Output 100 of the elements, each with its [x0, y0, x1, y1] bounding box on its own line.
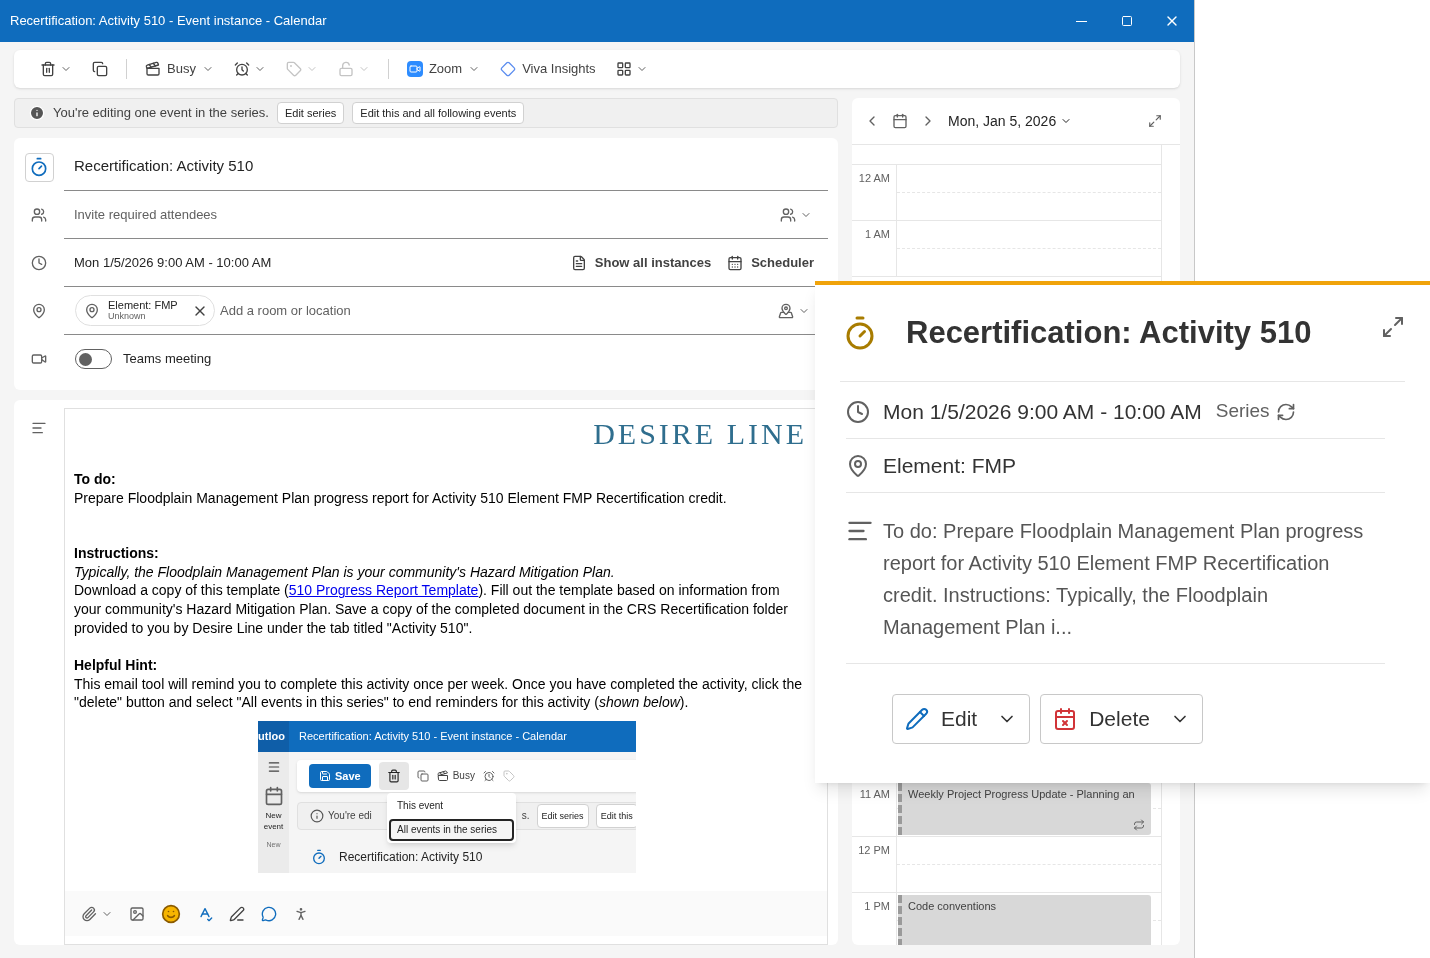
info-icon [310, 808, 324, 823]
logo: DESIRE LINE [593, 417, 807, 451]
timer-icon [24, 152, 54, 182]
emoji-icon[interactable] [161, 903, 181, 924]
location-icon [846, 453, 870, 478]
timer-icon [311, 849, 327, 866]
clock-icon [846, 399, 870, 424]
chat-icon[interactable] [261, 905, 277, 922]
edit-button[interactable]: Edit this [595, 803, 636, 829]
hour-label: 11 AM [859, 788, 890, 802]
tag-icon [285, 61, 302, 77]
hour-label: 12 PM [858, 844, 890, 858]
edit-button[interactable]: Edit series [536, 803, 589, 829]
editor-icon[interactable] [197, 905, 213, 922]
expand-icon[interactable] [1148, 114, 1162, 128]
insights-button[interactable]: Viva Insights [494, 55, 602, 83]
image-icon[interactable] [129, 905, 145, 922]
attendees-field[interactable]: Invite required attendees [64, 204, 780, 225]
screenshot-title: Recertification: Activity 510 - Event instance - Calendar [299, 729, 567, 745]
instructions-text: Download a copy of this template (510 Progress Report Template). Fill out the template based on information from your community's Hazard Mitigation Plan. Save a copy of the completed document in the CRS Recertification folder provided to you by Desire Line under the tab titled "Activity 510". [74, 581, 789, 638]
location-field[interactable]: Add a room or location [215, 300, 778, 321]
calendar-icon [727, 254, 744, 271]
scheduler-button[interactable]: Scheduler [727, 252, 814, 273]
hour-label: 1 PM [864, 900, 890, 914]
repeat-icon [1133, 819, 1145, 831]
pen-icon[interactable] [229, 905, 245, 922]
window-title: Recertification: Activity 510 - Event instance - Calendar [10, 12, 328, 31]
app-name: utloo [258, 729, 285, 745]
hour-label: 12 AM [858, 172, 890, 186]
info-message: You're editing one event in the series. [53, 104, 269, 123]
attach-button[interactable] [81, 905, 113, 922]
expand-icon[interactable] [1381, 315, 1405, 339]
info-icon [29, 105, 45, 121]
menu-item[interactable]: This event [389, 794, 514, 817]
clock-icon [31, 255, 47, 271]
event-title: Code conventions [908, 899, 998, 914]
popup-time: Mon 1/5/2026 9:00 AM - 10:00 AM [883, 398, 1202, 425]
time-field[interactable]: Mon 1/5/2026 9:00 AM - 10:00 AM [64, 252, 571, 273]
location-settings-icon [778, 302, 810, 319]
minimize-icon [1076, 20, 1087, 22]
series-label: Series [1215, 399, 1270, 424]
people-settings-icon [780, 206, 812, 223]
show-as-button[interactable]: Busy [436, 766, 475, 786]
location-icon [31, 303, 47, 319]
alarm-clock-icon [233, 61, 250, 77]
location-icon [84, 302, 100, 319]
calendar-event[interactable]: Code conventions [898, 895, 1151, 945]
edit-button[interactable]: Edit [892, 694, 1031, 744]
popup-title: Recertification: Activity 510 [906, 313, 1313, 352]
paperclip-icon [81, 905, 97, 922]
clapperboard-icon [436, 769, 449, 782]
calendar-icon [263, 785, 284, 806]
info-message-end: s. [521, 808, 530, 823]
title-field[interactable]: Recertification: Activity 510 [64, 155, 828, 178]
todo-text: Prepare Floodplain Management Plan progress report for Activity 510 Element FMP Recertification credit. [74, 488, 727, 508]
trash-icon [40, 61, 56, 77]
menu-icon [266, 759, 281, 774]
alarm-clock-icon [482, 769, 495, 782]
location-name: Element: FMP [108, 299, 179, 311]
info-message: You're edi [328, 808, 372, 823]
event-title: Recertification: Activity 510 [339, 848, 483, 866]
calendar-delete-icon [1053, 707, 1078, 731]
accessibility-icon[interactable] [293, 905, 309, 922]
hint-heading: Helpful Hint: [74, 656, 158, 675]
show-all-instances-button[interactable]: Show all instances [570, 252, 712, 273]
date-picker[interactable]: Mon, Jan 5, 2026 [948, 110, 1136, 132]
delete-button[interactable] [378, 761, 409, 790]
pencil-icon [905, 707, 929, 731]
today-button[interactable] [892, 113, 908, 129]
people-icon [31, 207, 47, 223]
instructions-heading: Instructions: [74, 544, 159, 563]
popup-location: Element: FMP [883, 452, 1017, 479]
event-title: Weekly Project Progress Update - Planning an [908, 787, 1136, 802]
popup-description: To do: Prepare Floodplain Management Plan progress report for Activity 510 Element FMP Recertification credit. Instructions: Typically, the Floodplain Management Plan i... [883, 519, 1365, 640]
zoom-button[interactable]: Zoom [400, 55, 487, 83]
calendar-event[interactable]: Weekly Project Progress Update - Planning an [898, 783, 1151, 835]
edit-button[interactable]: Edit series [276, 102, 345, 124]
video-icon [406, 61, 423, 77]
diamond-icon [500, 61, 517, 77]
save-button[interactable]: Save [309, 763, 371, 788]
menu-item[interactable]: All events in the series [389, 818, 514, 841]
maximize-icon [1120, 15, 1133, 27]
hour-label: 1 AM [864, 228, 890, 242]
new-event-label: New event [262, 809, 285, 832]
video-icon [31, 351, 47, 367]
clapperboard-icon [145, 61, 161, 77]
trash-icon [386, 768, 401, 783]
delete-button[interactable]: Delete [1040, 694, 1203, 744]
document-icon [570, 254, 587, 271]
todo-heading: To do: [74, 470, 116, 489]
edit-button[interactable]: Edit this and all following events [352, 102, 525, 124]
lock-icon [337, 61, 354, 77]
save-icon [319, 769, 331, 782]
teams-label: Teams meeting [123, 350, 212, 369]
notes-icon [31, 420, 47, 436]
grid-icon [615, 61, 632, 77]
hint-text: This email tool will remind you to complete this activity once per week. Once you have completed the activity, click the "delete" button and select "All events in this series" to end reminders for this activity (shown below). [74, 674, 804, 712]
show-as-button[interactable]: Busy [139, 55, 220, 83]
teams-toggle[interactable] [75, 349, 112, 369]
copy-icon [92, 61, 108, 77]
